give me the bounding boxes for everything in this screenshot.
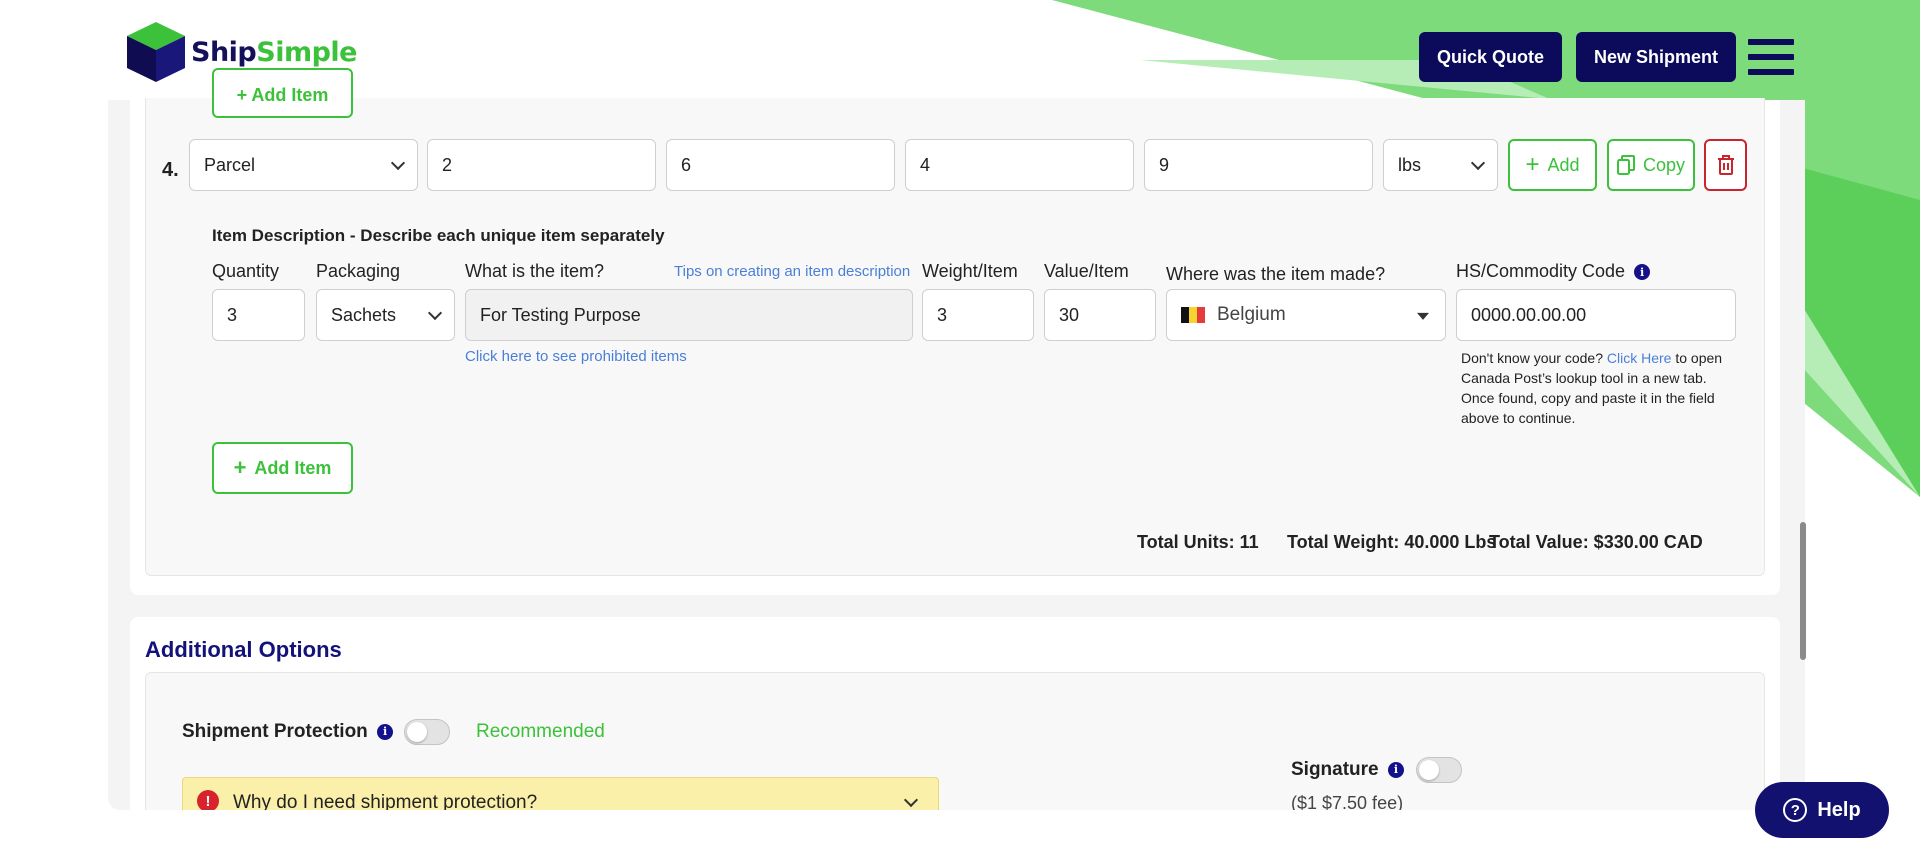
signature-label: Signature i <box>1291 759 1404 781</box>
weight-unit-select[interactable]: lbs <box>1383 139 1498 191</box>
additional-options-card: Additional Options Shipment Protection i… <box>130 617 1780 837</box>
page-bottom <box>0 810 1920 857</box>
tips-link[interactable]: Tips on creating an item description <box>674 263 910 280</box>
item-description-title: Item Description - Describe each unique … <box>212 226 665 245</box>
shipment-protection-block: Shipment Protection i Recommended ! Why … <box>145 672 1765 837</box>
weight-input[interactable]: 9 <box>1144 139 1373 191</box>
value-item-label: Value/Item <box>1044 261 1129 281</box>
info-icon[interactable]: i <box>377 723 394 740</box>
copy-package-button[interactable]: Copy <box>1607 139 1695 191</box>
weight-per-item-input[interactable]: 3 <box>922 289 1034 341</box>
delete-package-button[interactable] <box>1704 139 1747 191</box>
plus-icon: + <box>1525 151 1540 178</box>
total-units: Total Units: 11 <box>1137 532 1259 552</box>
add-item-button[interactable]: + Add Item <box>212 442 353 494</box>
additional-options-title: Additional Options <box>145 637 342 662</box>
package-number: 4. <box>162 159 179 181</box>
shipment-protection-toggle[interactable] <box>404 719 450 745</box>
hs-code-input[interactable]: 0000.00.00.00 <box>1456 289 1736 341</box>
item-made-label: Where was the item made? <box>1166 264 1386 284</box>
package-type-select[interactable]: Parcel <box>189 139 418 191</box>
new-shipment-button[interactable]: New Shipment <box>1576 32 1736 82</box>
hs-code-help: Don't know your code? Click Here to open… <box>1461 350 1723 426</box>
shipment-protection-label: Shipment Protection i <box>182 721 394 743</box>
chevron-down-icon <box>390 155 406 171</box>
height-input[interactable]: 4 <box>905 139 1134 191</box>
hamburger-icon[interactable] <box>1748 39 1794 75</box>
weight-item-label: Weight/Item <box>922 261 1018 281</box>
logo-text: ShipSimple <box>191 36 357 68</box>
packaging-select[interactable]: Sachets <box>316 289 455 341</box>
scrollbar-thumb[interactable] <box>1800 522 1806 660</box>
copy-icon <box>1616 155 1635 175</box>
signature-toggle[interactable] <box>1416 757 1462 783</box>
info-icon[interactable]: i <box>1387 761 1404 778</box>
package-item-block: + Add Item 4. Parcel 2 6 4 9 lbs + Add Co… <box>145 68 1765 576</box>
chevron-down-icon <box>903 792 919 808</box>
help-button[interactable]: ? Help <box>1755 782 1889 838</box>
add-package-button[interactable]: + Add <box>1508 139 1597 191</box>
package-card: + Add Item 4. Parcel 2 6 4 9 lbs + Add Co… <box>130 68 1780 595</box>
quantity-label: Quantity <box>212 261 280 281</box>
chevron-down-icon <box>427 305 443 321</box>
cube-logo-icon <box>127 22 185 82</box>
country-select[interactable]: Belgium <box>1166 289 1446 341</box>
trash-icon <box>1717 155 1734 175</box>
total-weight: Total Weight: 40.000 Lbs <box>1287 532 1497 552</box>
question-icon: ? <box>1783 798 1808 822</box>
value-per-item-input[interactable]: 30 <box>1044 289 1156 341</box>
what-item-label: What is the item? <box>465 261 605 281</box>
click-here-link[interactable]: Click Here <box>1607 350 1672 366</box>
chevron-down-icon <box>1470 155 1486 171</box>
width-input[interactable]: 6 <box>666 139 895 191</box>
prohibited-items-link[interactable]: Click here to see prohibited items <box>465 348 687 365</box>
shipsimple-logo[interactable]: ShipSimple <box>125 20 357 84</box>
item-description-input[interactable]: For Testing Purpose <box>465 289 913 341</box>
plus-icon: + <box>233 455 247 480</box>
info-icon[interactable]: i <box>1634 264 1651 281</box>
packaging-label: Packaging <box>316 261 401 281</box>
total-value: Total Value: $330.00 CAD <box>1489 532 1703 552</box>
top-header: ShipSimple Quick Quote New Shipment <box>0 0 1920 100</box>
main-panel: + Add Item 4. Parcel 2 6 4 9 lbs + Add Co… <box>108 68 1805 837</box>
length-input[interactable]: 2 <box>427 139 656 191</box>
caret-down-icon <box>1417 312 1429 320</box>
quantity-input[interactable]: 3 <box>212 289 305 341</box>
belgium-flag-icon <box>1181 307 1205 323</box>
alert-icon: ! <box>197 790 219 812</box>
recommended-label: Recommended <box>476 721 605 742</box>
quick-quote-button[interactable]: Quick Quote <box>1419 32 1562 82</box>
hs-code-label: HS/Commodity Code i <box>1456 261 1651 282</box>
